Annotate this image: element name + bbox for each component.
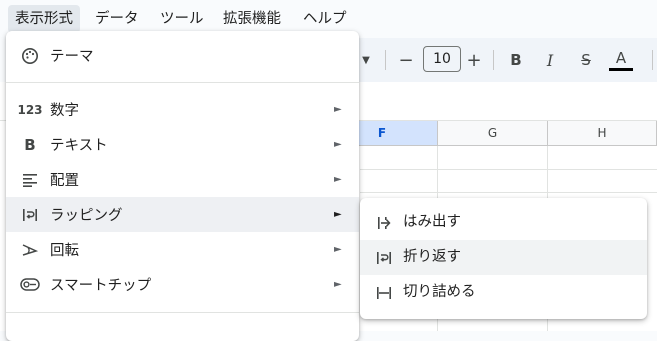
submenu-item-label: 折り返す: [403, 249, 461, 265]
menu-item-theme[interactable]: テーマ: [6, 38, 359, 73]
submenu-item-label: 切り詰める: [403, 284, 476, 300]
decrease-font-size-button[interactable]: −: [396, 46, 416, 74]
rotate-icon: [20, 240, 40, 260]
wrap-icon: [20, 205, 40, 225]
wrap-icon: [374, 248, 394, 268]
submenu-item-overflow[interactable]: はみ出す: [360, 205, 647, 240]
menu-help[interactable]: ヘルプ: [296, 5, 354, 33]
bold-button[interactable]: B: [506, 46, 526, 74]
wrapping-submenu: はみ出す 折り返す 切り詰める: [360, 198, 647, 319]
strikethrough-button[interactable]: S: [575, 46, 597, 74]
column-header-g[interactable]: G: [438, 121, 548, 146]
submenu-arrow-icon: ►: [334, 244, 342, 255]
menu-item-label: 配置: [50, 173, 79, 189]
bold-icon: B: [24, 136, 36, 154]
submenu-arrow-icon: ►: [334, 279, 342, 290]
palette-icon: [20, 46, 40, 66]
menu-item-label: テキスト: [50, 138, 108, 154]
menu-extensions[interactable]: 拡張機能: [216, 5, 288, 33]
menu-item-label: 数字: [50, 103, 79, 119]
menu-item-wrapping[interactable]: ラッピング ►: [6, 197, 359, 232]
menu-data[interactable]: データ: [88, 5, 146, 33]
submenu-item-wrap[interactable]: 折り返す: [360, 240, 647, 275]
smart-chip-icon: [20, 275, 40, 295]
menu-item-text[interactable]: B テキスト ►: [6, 127, 359, 162]
toolbar-divider: [493, 50, 494, 70]
submenu-item-label: はみ出す: [403, 214, 461, 230]
align-icon: [20, 170, 40, 190]
menu-divider: [6, 312, 359, 313]
submenu-arrow-icon: ►: [334, 174, 342, 185]
menu-item-rotation[interactable]: 回転 ►: [6, 232, 359, 267]
text-color-label: A: [615, 48, 627, 67]
menu-item-label: テーマ: [50, 49, 94, 65]
submenu-arrow-icon: ►: [334, 104, 342, 115]
menu-item-label: 回転: [50, 243, 79, 259]
toolbar-divider: [652, 50, 653, 70]
menu-tools[interactable]: ツール: [153, 5, 211, 33]
format-menu: テーマ 123 数字 ► B テキスト ► 配置 ► ラッピング ► 回転 ►: [6, 31, 359, 341]
submenu-item-clip[interactable]: 切り詰める: [360, 275, 647, 310]
clip-icon: [374, 283, 394, 303]
menu-item-label: スマートチップ: [50, 278, 152, 294]
menu-divider: [6, 82, 359, 83]
text-color-button[interactable]: A: [608, 46, 634, 74]
menu-format[interactable]: 表示形式: [8, 5, 80, 33]
font-size-input[interactable]: 10: [423, 46, 461, 72]
increase-font-size-button[interactable]: +: [464, 46, 484, 74]
menu-item-number[interactable]: 123 数字 ►: [6, 92, 359, 127]
submenu-arrow-icon: ►: [334, 209, 342, 220]
overflow-icon: [374, 213, 394, 233]
toolbar-divider: [385, 50, 386, 70]
row-line: [360, 192, 657, 193]
column-header-h[interactable]: H: [548, 121, 657, 146]
menu-item-smart-chips[interactable]: スマートチップ ►: [6, 267, 359, 302]
text-color-swatch: [609, 67, 633, 71]
row-line: [360, 169, 657, 170]
dropdown-arrow-icon[interactable]: ▼: [358, 46, 374, 74]
submenu-arrow-icon: ►: [334, 139, 342, 150]
number-format-icon: 123: [17, 103, 43, 117]
menu-item-label: ラッピング: [50, 208, 123, 224]
italic-button[interactable]: I: [540, 46, 560, 74]
menu-item-alignment[interactable]: 配置 ►: [6, 162, 359, 197]
